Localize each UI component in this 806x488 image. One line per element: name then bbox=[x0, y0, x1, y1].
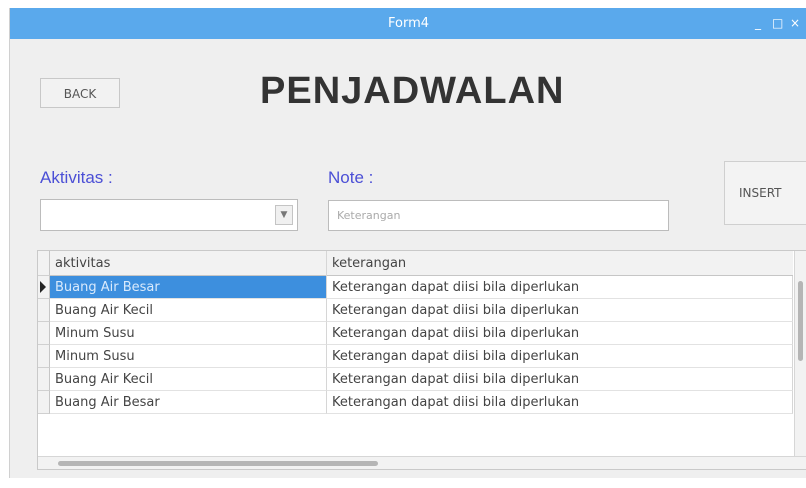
vertical-scrollbar[interactable] bbox=[794, 251, 806, 457]
table-cell[interactable]: Keterangan dapat diisi bila diperlukan bbox=[327, 322, 793, 345]
insert-button[interactable]: INSERT bbox=[724, 161, 806, 225]
maximize-icon[interactable]: □ bbox=[772, 8, 783, 39]
table-cell[interactable]: Buang Air Kecil bbox=[50, 299, 327, 322]
table-cell[interactable]: Buang Air Kecil bbox=[50, 368, 327, 391]
row-header bbox=[38, 345, 50, 368]
table-cell[interactable]: Keterangan dapat diisi bila diperlukan bbox=[327, 299, 793, 322]
table-cell[interactable]: Keterangan dapat diisi bila diperlukan bbox=[327, 368, 793, 391]
table-cell[interactable]: Minum Susu bbox=[50, 345, 327, 368]
minimize-icon[interactable]: _ bbox=[755, 8, 761, 39]
schedule-table[interactable]: aktivitas keterangan Buang Air Besar Ket… bbox=[37, 250, 806, 470]
close-icon[interactable]: × bbox=[790, 8, 800, 39]
aktivitas-label: Aktivitas : bbox=[40, 168, 113, 187]
row-header bbox=[38, 391, 50, 414]
note-input[interactable]: Keterangan bbox=[328, 200, 669, 231]
app-window: Form4 _ □ × BACK PENJADWALAN Aktivitas :… bbox=[9, 8, 806, 478]
row-header bbox=[38, 299, 50, 322]
row-header bbox=[38, 368, 50, 391]
table-cell[interactable]: Buang Air Besar bbox=[50, 391, 327, 414]
table-cell[interactable]: Keterangan dapat diisi bila diperlukan bbox=[327, 345, 793, 368]
horizontal-scrollbar[interactable] bbox=[38, 456, 806, 469]
vertical-scroll-thumb[interactable] bbox=[798, 281, 803, 361]
page-title: PENJADWALAN bbox=[260, 70, 565, 112]
note-label: Note : bbox=[328, 168, 374, 187]
header-corner bbox=[38, 251, 50, 276]
horizontal-scroll-thumb[interactable] bbox=[58, 461, 378, 466]
table-cell[interactable]: Buang Air Besar bbox=[50, 276, 327, 299]
table-cell[interactable]: Keterangan dapat diisi bila diperlukan bbox=[327, 276, 793, 299]
row-header bbox=[38, 322, 50, 345]
table-cell[interactable]: Minum Susu bbox=[50, 322, 327, 345]
title-bar: Form4 _ □ × bbox=[10, 8, 806, 39]
table-header: aktivitas keterangan bbox=[38, 251, 793, 276]
aktivitas-combobox[interactable]: ▼ bbox=[40, 199, 298, 231]
column-header-aktivitas[interactable]: aktivitas bbox=[50, 251, 327, 276]
table-cell[interactable]: Keterangan dapat diisi bila diperlukan bbox=[327, 391, 793, 414]
chevron-down-icon[interactable]: ▼ bbox=[275, 205, 293, 225]
back-button[interactable]: BACK bbox=[40, 78, 120, 108]
row-indicator-icon bbox=[38, 276, 50, 299]
note-placeholder: Keterangan bbox=[337, 209, 401, 222]
window-title: Form4 bbox=[387, 16, 430, 31]
column-header-keterangan[interactable]: keterangan bbox=[327, 251, 793, 276]
